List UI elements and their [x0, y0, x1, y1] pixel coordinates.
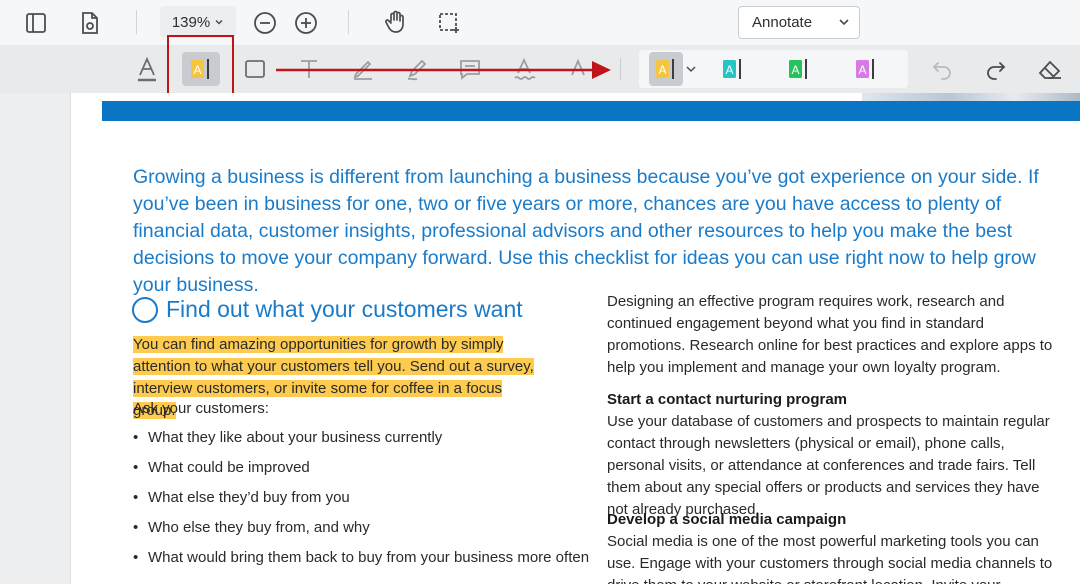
zoom-out-icon[interactable]: [251, 9, 279, 37]
header-image: [862, 93, 1080, 101]
social-heading: Develop a social media campaign: [607, 511, 847, 528]
list-item: • What else they’d buy from you: [133, 489, 350, 506]
svg-text:A: A: [658, 63, 666, 77]
list-item: • What could be improved: [133, 459, 310, 476]
checkbox-circle-icon[interactable]: [132, 296, 158, 323]
list-item: • Who else they buy from, and why: [133, 519, 370, 536]
contact-paragraph: Use your database of customers and prosp…: [607, 413, 1050, 518]
text-color-icon[interactable]: [132, 52, 162, 86]
left-gutter: [0, 93, 71, 584]
pan-hand-icon[interactable]: [382, 8, 410, 36]
redo-icon[interactable]: [981, 52, 1011, 86]
top-toolbar: 139% Annotate: [0, 0, 1080, 45]
undo-icon[interactable]: [927, 52, 957, 86]
highlighted-line[interactable]: attention to what your customers tell yo…: [133, 356, 543, 378]
mode-select[interactable]: Annotate: [738, 6, 860, 39]
toolbar-divider: [348, 10, 349, 34]
highlight-yellow-icon: A: [656, 59, 674, 79]
eraser-icon[interactable]: [1035, 52, 1065, 86]
svg-text:A: A: [725, 63, 733, 77]
rectangle-icon[interactable]: [240, 52, 270, 86]
highlight-green-icon: A: [789, 59, 807, 79]
highlight-teal-icon: A: [723, 59, 741, 79]
svg-text:A: A: [791, 63, 799, 77]
social-paragraph: Social media is one of the most powerful…: [607, 533, 1053, 584]
highlight-yellow-swatch[interactable]: A: [649, 52, 683, 86]
area-select-icon[interactable]: [435, 9, 463, 37]
toolbar-divider: [620, 58, 621, 80]
list-item: • What would bring them back to buy from …: [133, 549, 590, 566]
chevron-down-icon: [839, 19, 849, 26]
highlight-green-swatch[interactable]: A: [784, 52, 814, 86]
callout-arrow: [276, 61, 611, 79]
highlight-text-icon: A: [191, 59, 209, 79]
chevron-down-icon[interactable]: [683, 52, 699, 86]
chevron-down-icon: [215, 19, 223, 25]
zoom-level: 139%: [171, 13, 211, 31]
list-item: • What they like about your business curr…: [133, 429, 443, 446]
header-banner: [102, 101, 1080, 121]
mode-select-value: Annotate: [752, 14, 813, 31]
document-settings-icon[interactable]: [76, 9, 104, 37]
right-intro-paragraph: Designing an effective program requires …: [607, 293, 1053, 376]
svg-text:A: A: [193, 63, 201, 77]
section-heading: Find out what your customers want: [132, 296, 523, 323]
highlight-teal-swatch[interactable]: A: [718, 52, 748, 86]
highlight-purple-swatch[interactable]: A: [851, 52, 881, 86]
zoom-dropdown[interactable]: 139%: [160, 6, 236, 38]
highlight-text-tool[interactable]: A: [182, 52, 220, 86]
highlight-purple-icon: A: [856, 59, 874, 79]
sidebar-toggle-icon[interactable]: [22, 9, 50, 37]
section-title: Find out what your customers want: [166, 296, 523, 322]
svg-text:A: A: [858, 63, 866, 77]
customer-question-list: • What they like about your business curr…: [133, 429, 589, 579]
toolbar-divider: [136, 10, 137, 34]
contact-heading: Start a contact nurturing program: [607, 391, 848, 408]
ask-label: Ask your customers:: [133, 400, 269, 417]
document-page: Growing a business is different from lau…: [72, 93, 1080, 584]
intro-paragraph: Growing a business is different from lau…: [133, 166, 1039, 296]
zoom-in-icon[interactable]: [292, 9, 320, 37]
